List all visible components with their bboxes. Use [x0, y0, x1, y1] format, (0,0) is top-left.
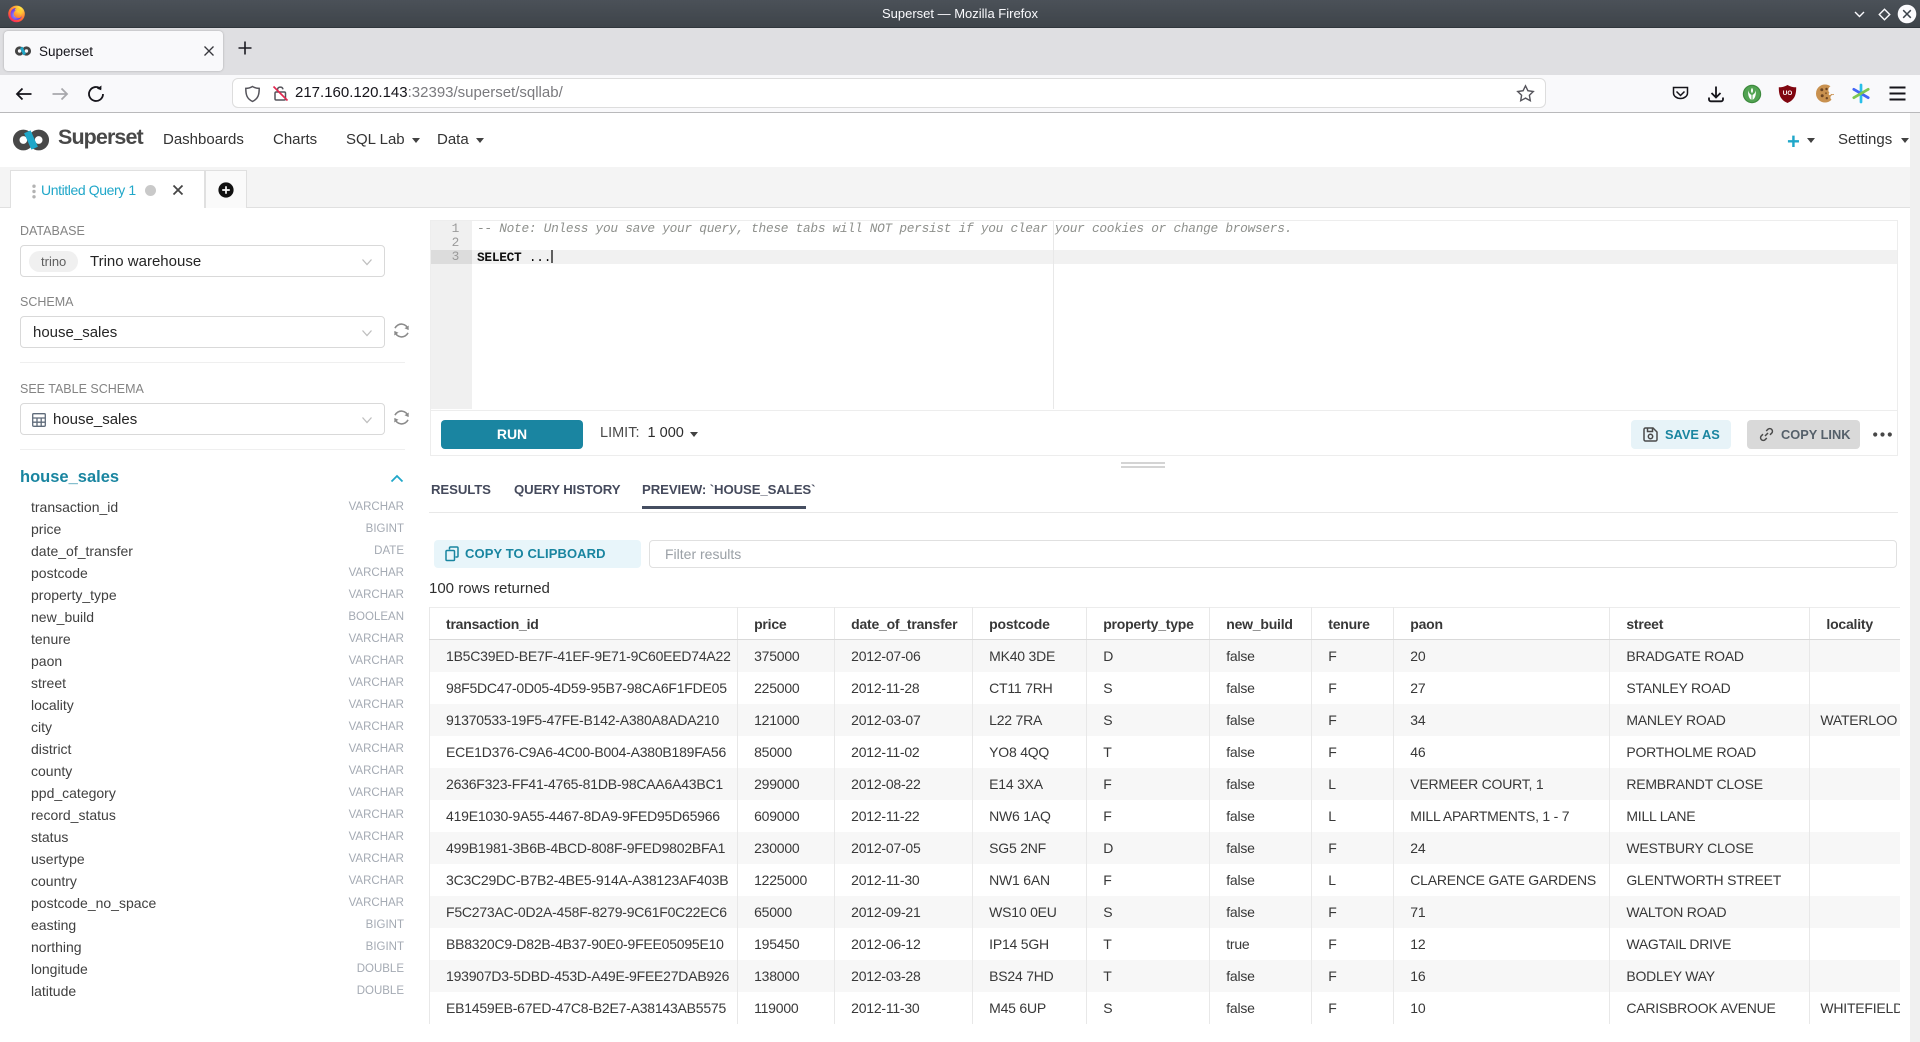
- svg-text:UO: UO: [1783, 90, 1793, 97]
